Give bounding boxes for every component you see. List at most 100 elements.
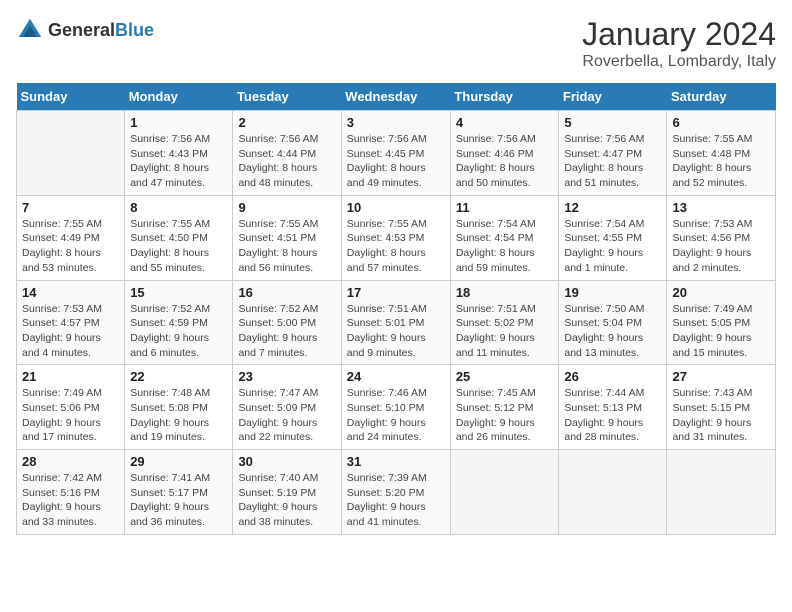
day-detail: Sunrise: 7:44 AMSunset: 5:13 PMDaylight:… — [564, 386, 661, 445]
calendar-day-cell: 20 Sunrise: 7:49 AMSunset: 5:05 PMDayligh… — [667, 280, 776, 365]
day-detail: Sunrise: 7:48 AMSunset: 5:08 PMDaylight:… — [130, 386, 227, 445]
day-number: 11 — [456, 200, 554, 215]
day-detail: Sunrise: 7:43 AMSunset: 5:15 PMDaylight:… — [672, 386, 770, 445]
weekday-header-cell: Sunday — [17, 83, 125, 111]
day-detail: Sunrise: 7:39 AMSunset: 5:20 PMDaylight:… — [347, 471, 445, 530]
subtitle: Roverbella, Lombardy, Italy — [582, 53, 776, 71]
day-number: 5 — [564, 115, 661, 130]
calendar-day-cell: 10Sunrise: 7:55 AMSunset: 4:53 PMDayligh… — [341, 195, 450, 280]
day-number: 24 — [347, 369, 445, 384]
day-detail: Sunrise: 7:54 AMSunset: 4:55 PMDaylight:… — [564, 217, 661, 276]
calendar-day-cell: 19 Sunrise: 7:50 AMSunset: 5:04 PMDayligh… — [559, 280, 667, 365]
day-detail: Sunrise: 7:51 AMSunset: 5:01 PMDaylight:… — [347, 302, 445, 361]
day-number: 20 — [672, 285, 770, 300]
calendar-day-cell: 8Sunrise: 7:55 AMSunset: 4:50 PMDaylight… — [125, 195, 233, 280]
day-number: 13 — [672, 200, 770, 215]
calendar-day-cell: 6 Sunrise: 7:55 AMSunset: 4:48 PMDaylight… — [667, 111, 776, 196]
day-detail: Sunrise: 7:49 AMSunset: 5:05 PMDaylight:… — [672, 302, 770, 361]
day-detail: Sunrise: 7:55 AMSunset: 4:51 PMDaylight:… — [238, 217, 335, 276]
calendar-day-cell: 4Sunrise: 7:56 AMSunset: 4:46 PMDaylight… — [450, 111, 559, 196]
day-detail: Sunrise: 7:56 AMSunset: 4:47 PMDaylight:… — [564, 132, 661, 191]
day-number: 29 — [130, 454, 227, 469]
weekday-header-cell: Friday — [559, 83, 667, 111]
calendar-day-cell: 13 Sunrise: 7:53 AMSunset: 4:56 PMDayligh… — [667, 195, 776, 280]
calendar-day-cell: 7Sunrise: 7:55 AMSunset: 4:49 PMDaylight… — [17, 195, 125, 280]
day-detail: Sunrise: 7:45 AMSunset: 5:12 PMDaylight:… — [456, 386, 554, 445]
logo-icon — [16, 16, 44, 44]
day-number: 21 — [22, 369, 119, 384]
day-number: 2 — [238, 115, 335, 130]
day-number: 18 — [456, 285, 554, 300]
day-number: 6 — [672, 115, 770, 130]
day-number: 27 — [672, 369, 770, 384]
day-number: 22 — [130, 369, 227, 384]
day-number: 10 — [347, 200, 445, 215]
calendar-day-cell — [559, 450, 667, 535]
calendar-day-cell — [17, 111, 125, 196]
calendar-week-row: 14 Sunrise: 7:53 AMSunset: 4:57 PMDayligh… — [17, 280, 776, 365]
day-number: 25 — [456, 369, 554, 384]
calendar-day-cell: 21 Sunrise: 7:49 AMSunset: 5:06 PMDayligh… — [17, 365, 125, 450]
day-detail: Sunrise: 7:55 AMSunset: 4:48 PMDaylight:… — [672, 132, 770, 191]
day-detail: Sunrise: 7:56 AMSunset: 4:43 PMDaylight:… — [130, 132, 227, 191]
weekday-header-cell: Thursday — [450, 83, 559, 111]
calendar-body: 1 Sunrise: 7:56 AMSunset: 4:43 PMDaylight… — [17, 111, 776, 535]
calendar-day-cell: 11 Sunrise: 7:54 AMSunset: 4:54 PMDayligh… — [450, 195, 559, 280]
day-detail: Sunrise: 7:41 AMSunset: 5:17 PMDaylight:… — [130, 471, 227, 530]
logo: GeneralBlue — [16, 16, 154, 44]
calendar-week-row: 7Sunrise: 7:55 AMSunset: 4:49 PMDaylight… — [17, 195, 776, 280]
day-detail: Sunrise: 7:50 AMSunset: 5:04 PMDaylight:… — [564, 302, 661, 361]
day-number: 1 — [130, 115, 227, 130]
day-number: 19 — [564, 285, 661, 300]
day-detail: Sunrise: 7:53 AMSunset: 4:57 PMDaylight:… — [22, 302, 119, 361]
calendar-day-cell: 27 Sunrise: 7:43 AMSunset: 5:15 PMDayligh… — [667, 365, 776, 450]
calendar-week-row: 21 Sunrise: 7:49 AMSunset: 5:06 PMDayligh… — [17, 365, 776, 450]
calendar-day-cell: 24 Sunrise: 7:46 AMSunset: 5:10 PMDayligh… — [341, 365, 450, 450]
weekday-header-cell: Tuesday — [233, 83, 341, 111]
calendar-day-cell: 28Sunrise: 7:42 AMSunset: 5:16 PMDayligh… — [17, 450, 125, 535]
day-number: 26 — [564, 369, 661, 384]
day-number: 9 — [238, 200, 335, 215]
day-detail: Sunrise: 7:54 AMSunset: 4:54 PMDaylight:… — [456, 217, 554, 276]
calendar-day-cell: 1 Sunrise: 7:56 AMSunset: 4:43 PMDaylight… — [125, 111, 233, 196]
calendar-day-cell: 5 Sunrise: 7:56 AMSunset: 4:47 PMDaylight… — [559, 111, 667, 196]
day-detail: Sunrise: 7:55 AMSunset: 4:49 PMDaylight:… — [22, 217, 119, 276]
day-detail: Sunrise: 7:51 AMSunset: 5:02 PMDaylight:… — [456, 302, 554, 361]
calendar-week-row: 28Sunrise: 7:42 AMSunset: 5:16 PMDayligh… — [17, 450, 776, 535]
day-detail: Sunrise: 7:56 AMSunset: 4:44 PMDaylight:… — [238, 132, 335, 191]
day-detail: Sunrise: 7:49 AMSunset: 5:06 PMDaylight:… — [22, 386, 119, 445]
calendar-day-cell: 12Sunrise: 7:54 AMSunset: 4:55 PMDayligh… — [559, 195, 667, 280]
day-detail: Sunrise: 7:56 AMSunset: 4:45 PMDaylight:… — [347, 132, 445, 191]
calendar-day-cell: 22 Sunrise: 7:48 AMSunset: 5:08 PMDayligh… — [125, 365, 233, 450]
day-number: 14 — [22, 285, 119, 300]
day-number: 16 — [238, 285, 335, 300]
day-number: 17 — [347, 285, 445, 300]
day-detail: Sunrise: 7:53 AMSunset: 4:56 PMDaylight:… — [672, 217, 770, 276]
day-number: 28 — [22, 454, 119, 469]
day-number: 15 — [130, 285, 227, 300]
calendar-day-cell — [450, 450, 559, 535]
day-detail: Sunrise: 7:52 AMSunset: 4:59 PMDaylight:… — [130, 302, 227, 361]
day-detail: Sunrise: 7:40 AMSunset: 5:19 PMDaylight:… — [238, 471, 335, 530]
calendar-day-cell: 16 Sunrise: 7:52 AMSunset: 5:00 PMDayligh… — [233, 280, 341, 365]
day-detail: Sunrise: 7:52 AMSunset: 5:00 PMDaylight:… — [238, 302, 335, 361]
logo-blue: Blue — [115, 20, 154, 40]
day-detail: Sunrise: 7:46 AMSunset: 5:10 PMDaylight:… — [347, 386, 445, 445]
day-number: 31 — [347, 454, 445, 469]
title-block: January 2024 Roverbella, Lombardy, Italy — [582, 16, 776, 71]
calendar-day-cell: 18 Sunrise: 7:51 AMSunset: 5:02 PMDayligh… — [450, 280, 559, 365]
page-header: GeneralBlue January 2024 Roverbella, Lom… — [16, 16, 776, 71]
logo-general: General — [48, 20, 115, 40]
calendar-day-cell: 15 Sunrise: 7:52 AMSunset: 4:59 PMDayligh… — [125, 280, 233, 365]
weekday-header-cell: Wednesday — [341, 83, 450, 111]
calendar-header-row: SundayMondayTuesdayWednesdayThursdayFrid… — [17, 83, 776, 111]
day-number: 30 — [238, 454, 335, 469]
weekday-header-cell: Saturday — [667, 83, 776, 111]
calendar-day-cell: 25 Sunrise: 7:45 AMSunset: 5:12 PMDayligh… — [450, 365, 559, 450]
day-number: 8 — [130, 200, 227, 215]
weekday-header-cell: Monday — [125, 83, 233, 111]
calendar-day-cell: 30 Sunrise: 7:40 AMSunset: 5:19 PMDayligh… — [233, 450, 341, 535]
day-number: 23 — [238, 369, 335, 384]
calendar-day-cell: 2 Sunrise: 7:56 AMSunset: 4:44 PMDaylight… — [233, 111, 341, 196]
calendar-table: SundayMondayTuesdayWednesdayThursdayFrid… — [16, 83, 776, 535]
